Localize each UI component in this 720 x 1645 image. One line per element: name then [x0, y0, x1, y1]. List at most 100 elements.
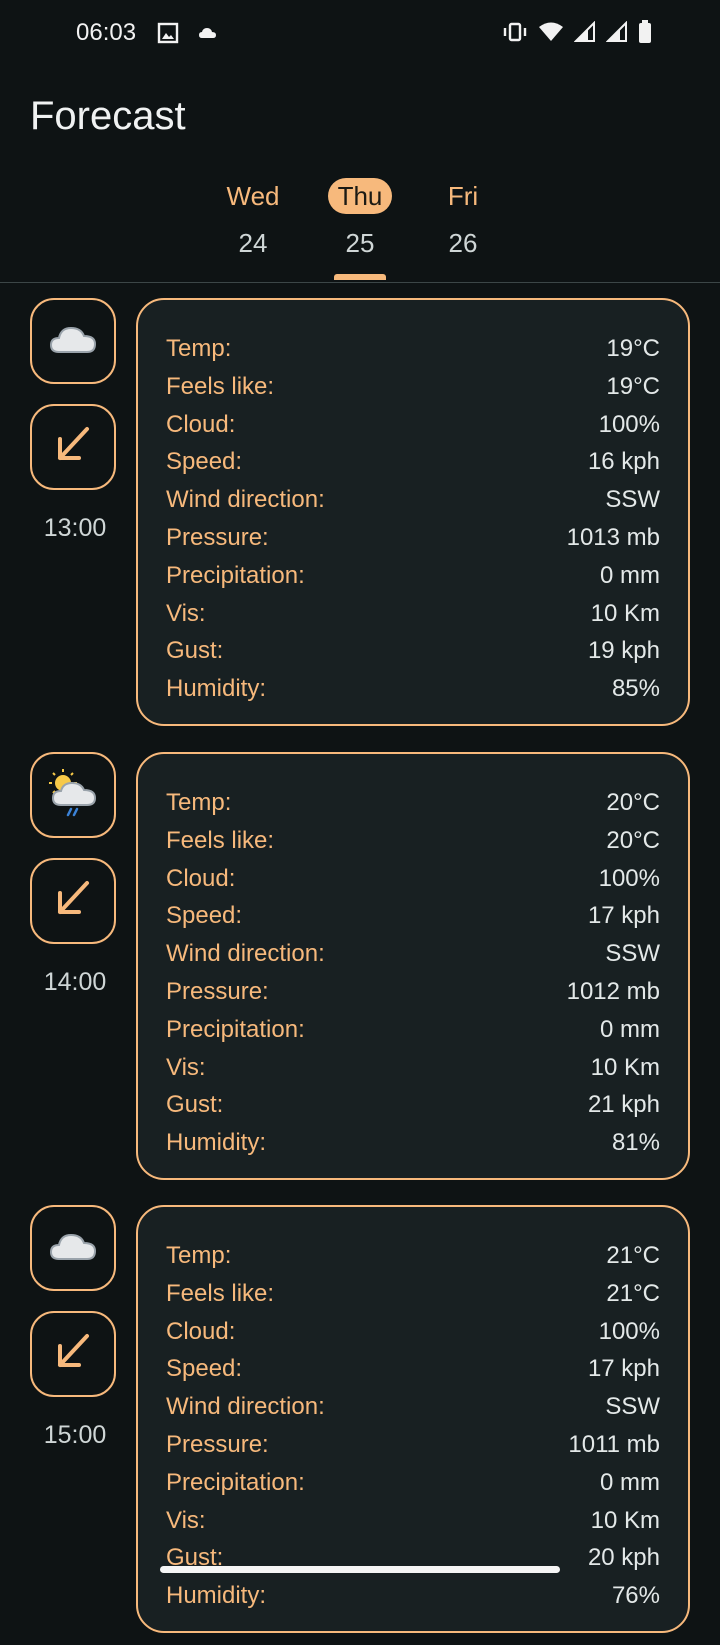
- detail-row-humidity: Humidity: 81%: [166, 1124, 660, 1162]
- detail-value: 1011 mb: [568, 1430, 660, 1458]
- tab-day-date: 25: [345, 228, 375, 258]
- detail-value: 81%: [611, 1129, 660, 1157]
- forecast-hour: 14:00 Temp: 20°C Feels like: 20°C Cloud: 10…: [0, 752, 720, 1192]
- detail-value: 10 Km: [590, 599, 660, 627]
- tab-day-name: Wed: [226, 181, 280, 211]
- detail-label: Gust:: [166, 1091, 224, 1119]
- detail-row-gust: Gust: 19 kph: [166, 632, 660, 670]
- forecast-hour: 13:00 Temp: 19°C Feels like: 19°C Cloud: 10…: [0, 298, 720, 738]
- detail-label: Humidity:: [166, 675, 267, 703]
- detail-value: 100%: [598, 1317, 660, 1345]
- detail-row-feels-like: Feels like: 21°C: [166, 1275, 660, 1313]
- detail-row-feels-like: Feels like: 20°C: [166, 822, 660, 860]
- detail-value: 0 mm: [600, 1468, 660, 1496]
- tab-day-date: 24: [238, 228, 268, 258]
- tab-day-date: 26: [448, 228, 478, 258]
- detail-row-cloud: Cloud: 100%: [166, 860, 660, 898]
- detail-row-wind-direction: Wind direction: SSW: [166, 1388, 660, 1426]
- detail-label: Pressure:: [166, 523, 269, 551]
- status-time: 06:03: [76, 19, 137, 46]
- detail-row-cloud: Cloud: 100%: [166, 406, 660, 444]
- detail-row-temp: Temp: 21°C: [166, 1237, 660, 1275]
- detail-row-temp: Temp: 20°C: [166, 784, 660, 822]
- tab-fri[interactable]: Fri 26: [411, 170, 515, 284]
- detail-row-humidity: Humidity: 85%: [166, 670, 660, 708]
- detail-label: Temp:: [166, 1242, 232, 1269]
- detail-value: 19°C: [606, 372, 660, 400]
- detail-value: 10 Km: [590, 1506, 660, 1534]
- detail-label: Wind direction:: [166, 1393, 325, 1421]
- detail-row-pressure: Pressure: 1011 mb: [166, 1426, 660, 1464]
- status-bar: 06:03: [0, 0, 720, 70]
- divider: [0, 282, 720, 283]
- vibrate-icon: [502, 21, 528, 48]
- detail-label: Feels like:: [166, 826, 275, 854]
- detail-row-precipitation: Precipitation: 0 mm: [166, 557, 660, 595]
- detail-value: 0 mm: [600, 561, 660, 589]
- cloud-icon: [49, 322, 97, 361]
- arrow-down-left-icon: [51, 877, 95, 926]
- weather-button[interactable]: [30, 1205, 116, 1291]
- detail-label: Feels like:: [166, 1279, 275, 1307]
- arrow-down-left-icon: [51, 1330, 95, 1379]
- forecast-detail-card: Temp: 20°C Feels like: 20°C Cloud: 100% Spe…: [136, 752, 690, 1180]
- wind-direction-button[interactable]: [30, 404, 116, 490]
- battery-icon: [638, 20, 652, 49]
- wifi-icon: [538, 21, 564, 48]
- detail-label: Wind direction:: [166, 486, 325, 514]
- detail-row-gust: Gust: 21 kph: [166, 1086, 660, 1124]
- detail-row-speed: Speed: 16 kph: [166, 443, 660, 481]
- detail-row-vis: Vis: 10 Km: [166, 595, 660, 633]
- detail-value: 21°C: [606, 1242, 660, 1269]
- tab-wed[interactable]: Wed 24: [201, 170, 305, 284]
- wind-direction-button[interactable]: [30, 858, 116, 944]
- detail-label: Gust:: [166, 637, 224, 665]
- detail-label: Vis:: [166, 599, 206, 627]
- day-tabs: Wed 24 Thu 25 Fri 26: [0, 170, 720, 284]
- tab-thu[interactable]: Thu 25: [308, 170, 412, 284]
- detail-row-vis: Vis: 10 Km: [166, 1502, 660, 1540]
- detail-value: 20°C: [606, 826, 660, 854]
- detail-value: 19 kph: [587, 637, 660, 665]
- detail-row-cloud: Cloud: 100%: [166, 1313, 660, 1351]
- detail-value: 19°C: [606, 335, 660, 362]
- detail-label: Vis:: [166, 1506, 206, 1534]
- detail-row-humidity: Humidity: 76%: [166, 1577, 660, 1615]
- detail-row-precipitation: Precipitation: 0 mm: [166, 1464, 660, 1502]
- detail-value: 10 Km: [590, 1053, 660, 1081]
- detail-value: 20°C: [606, 789, 660, 816]
- page-title: Forecast: [30, 94, 186, 138]
- detail-row-feels-like: Feels like: 19°C: [166, 368, 660, 406]
- wind-direction-button[interactable]: [30, 1311, 116, 1397]
- detail-label: Temp:: [166, 335, 232, 362]
- detail-value: 17 kph: [587, 902, 660, 930]
- detail-label: Precipitation:: [166, 561, 305, 589]
- forecast-detail-card: Temp: 19°C Feels like: 19°C Cloud: 100% Spe…: [136, 298, 690, 726]
- detail-row-speed: Speed: 17 kph: [166, 897, 660, 935]
- forecast-hour: 15:00 Temp: 21°C Feels like: 21°C Cloud: 10…: [0, 1205, 720, 1645]
- detail-label: Speed:: [166, 448, 243, 476]
- tab-day-name: Thu: [327, 178, 393, 214]
- detail-row-temp: Temp: 19°C: [166, 330, 660, 368]
- hour-label: 15:00: [43, 1421, 107, 1449]
- detail-value: 100%: [598, 410, 660, 438]
- detail-row-speed: Speed: 17 kph: [166, 1350, 660, 1388]
- detail-row-wind-direction: Wind direction: SSW: [166, 935, 660, 973]
- detail-label: Speed:: [166, 902, 243, 930]
- detail-label: Humidity:: [166, 1582, 267, 1610]
- detail-label: Precipitation:: [166, 1468, 305, 1496]
- weather-button[interactable]: [30, 752, 116, 838]
- detail-value: 21 kph: [587, 1091, 660, 1119]
- tab-day-name: Fri: [447, 181, 479, 211]
- detail-value: 100%: [598, 864, 660, 892]
- detail-value: 1013 mb: [566, 523, 660, 551]
- detail-row-pressure: Pressure: 1012 mb: [166, 973, 660, 1011]
- weather-button[interactable]: [30, 298, 116, 384]
- detail-label: Precipitation:: [166, 1015, 305, 1043]
- detail-value: 85%: [611, 675, 660, 703]
- detail-label: Cloud:: [166, 864, 236, 892]
- home-gesture-bar[interactable]: [160, 1566, 560, 1573]
- detail-label: Cloud:: [166, 410, 236, 438]
- detail-row-pressure: Pressure: 1013 mb: [166, 519, 660, 557]
- detail-value: 1012 mb: [566, 977, 660, 1005]
